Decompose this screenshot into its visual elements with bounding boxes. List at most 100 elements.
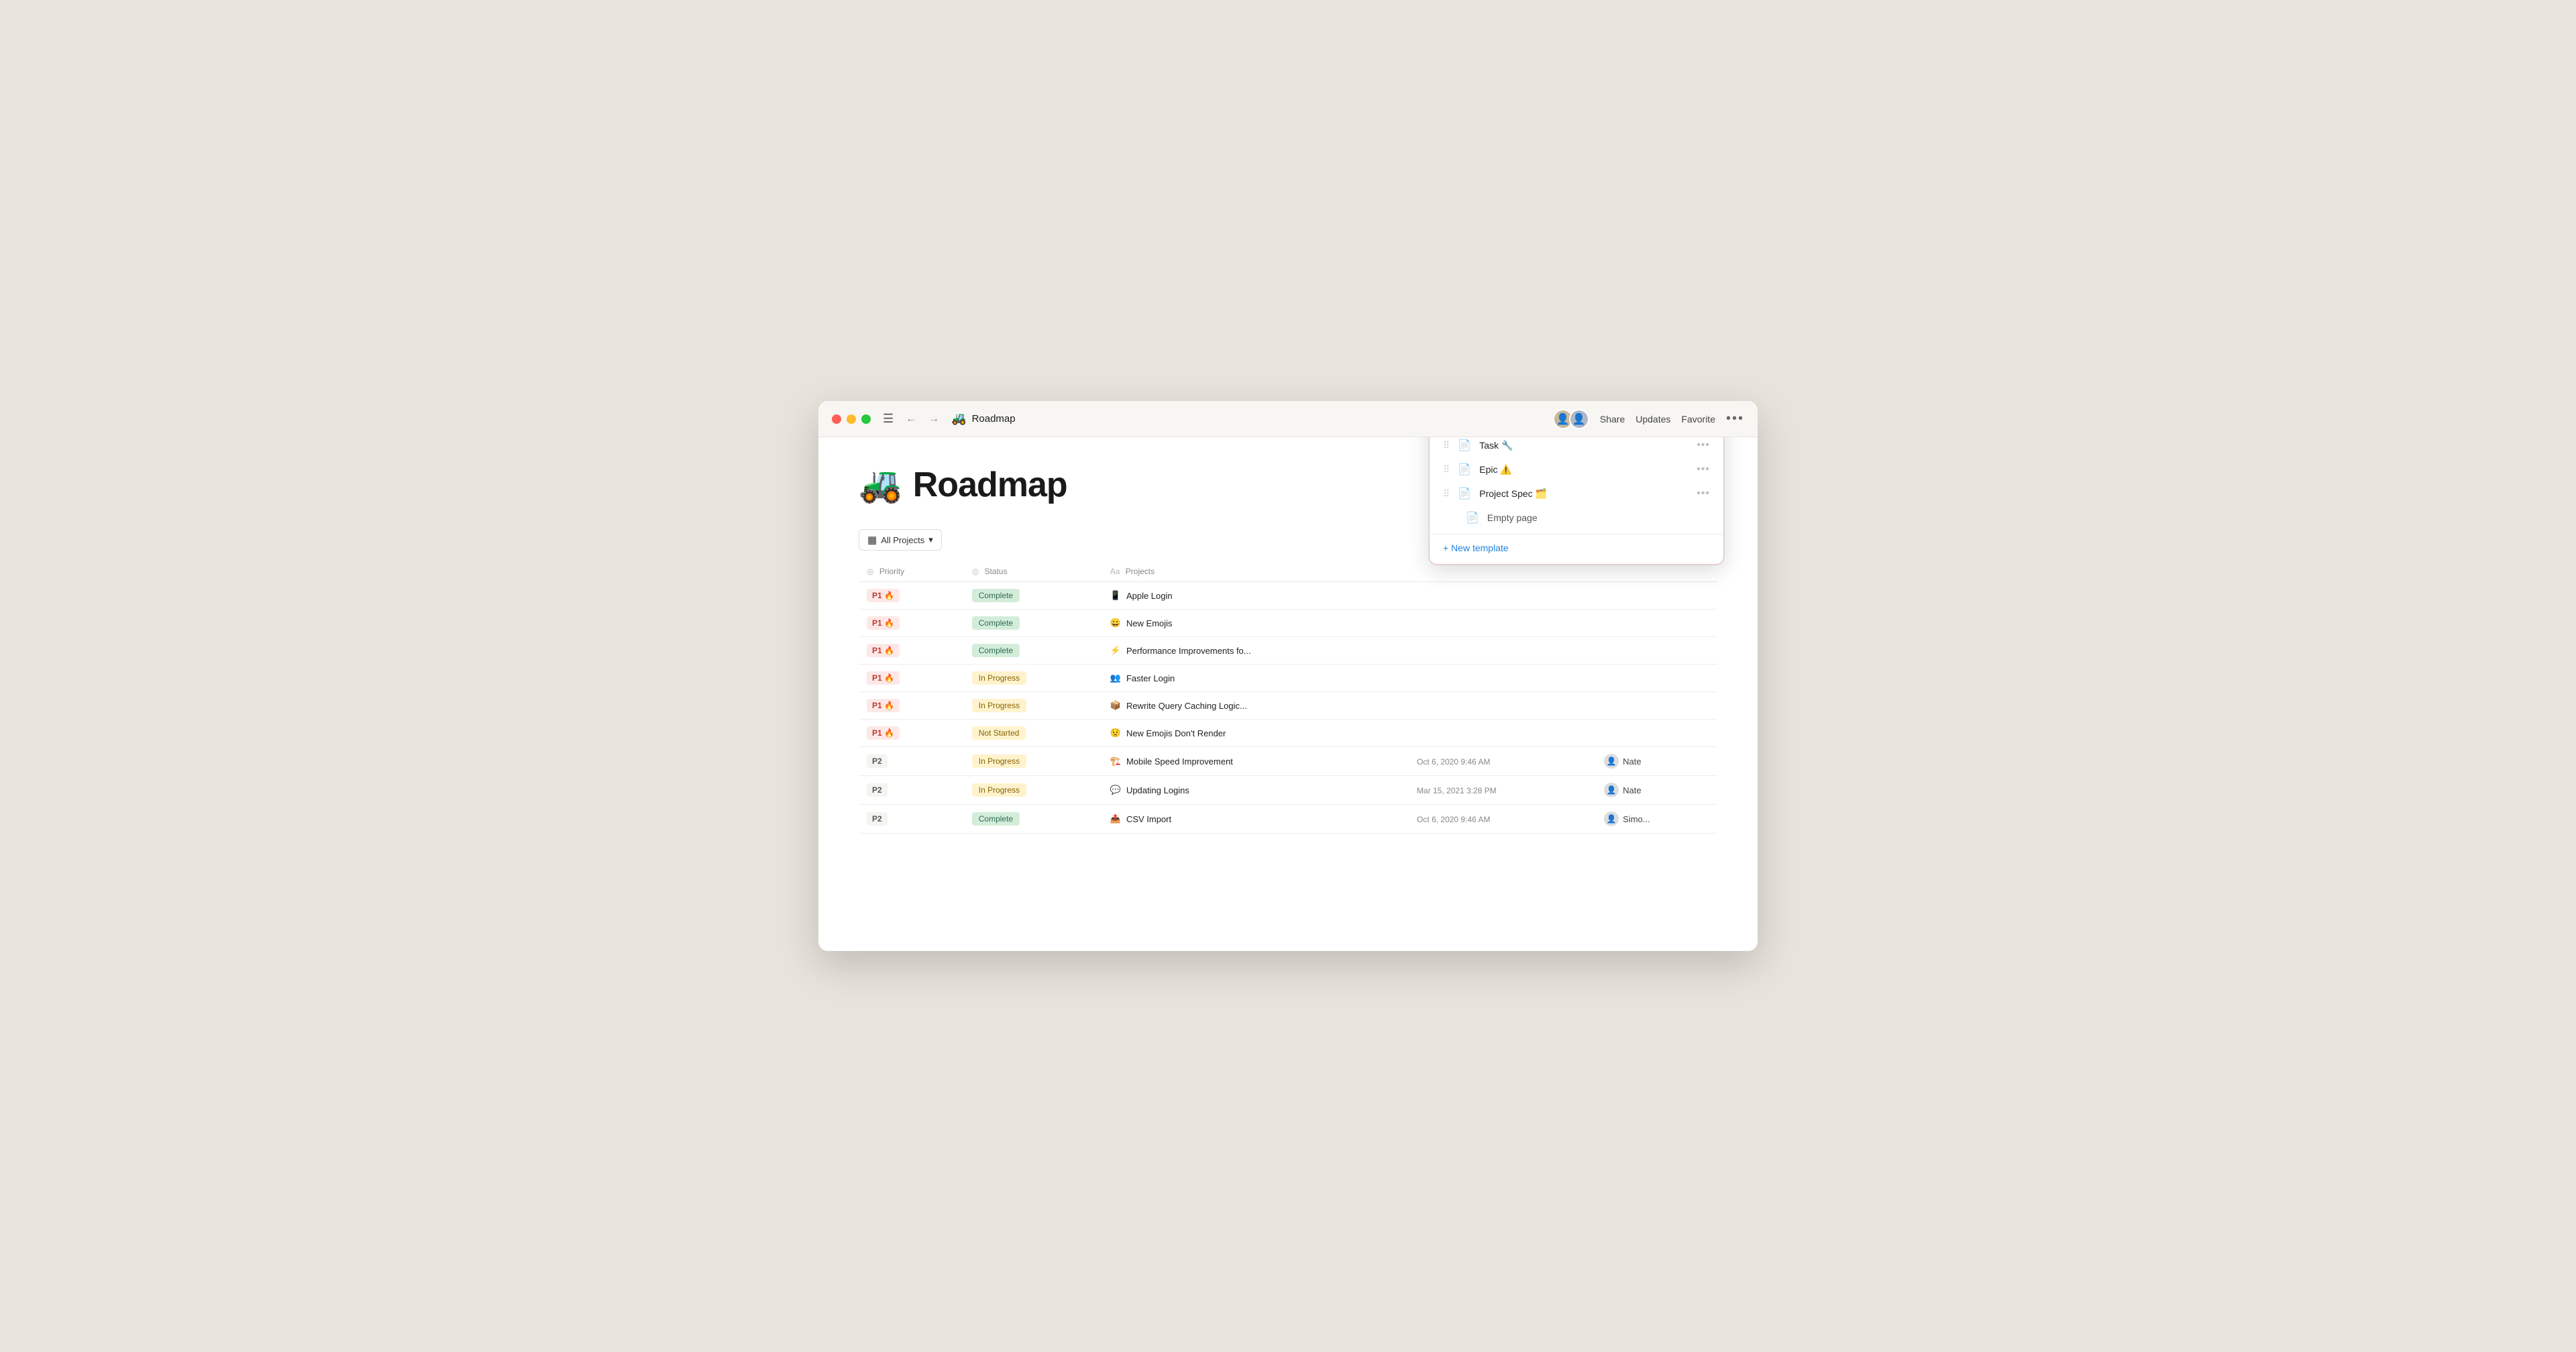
col-projects[interactable]: Aa Projects: [1102, 561, 1409, 582]
share-button[interactable]: Share: [1600, 414, 1625, 425]
priority-cell: P2: [859, 776, 964, 805]
table-row[interactable]: P1 🔥 Not Started 😟 New Emojis Don't Rend…: [859, 720, 1717, 747]
project-title: Apple Login: [1126, 591, 1173, 601]
priority-col-icon: ◎: [867, 567, 873, 576]
project-title: New Emojis: [1126, 618, 1173, 628]
date-cell: Oct 6, 2020 9:46 AM: [1409, 747, 1596, 776]
assignee-cell: 👤 Nate: [1596, 776, 1717, 805]
page-icon-small: 🚜: [951, 412, 966, 426]
date-cell: [1409, 665, 1596, 692]
date-cell: [1409, 582, 1596, 610]
project-cell: 💬 Updating Logins: [1102, 776, 1409, 805]
date-cell: [1409, 610, 1596, 637]
status-cell: In Progress: [964, 747, 1102, 776]
project-cell: ⚡ Performance Improvements fo...: [1102, 637, 1409, 665]
empty-page-item[interactable]: 📄 Empty page: [1430, 506, 1723, 534]
templates-dropdown: Templates for Roadmap ? ⠿ 📄 Bug 🐛 ••• ⠿: [1429, 437, 1724, 565]
table-body: P1 🔥 Complete 📱 Apple Login: [859, 582, 1717, 834]
status-badge: Complete: [972, 589, 1020, 602]
assignee-avatar: 👤: [1604, 811, 1619, 826]
project-icon: 💬: [1110, 785, 1121, 795]
status-badge: Complete: [972, 644, 1020, 657]
doc-icon-task: 📄: [1458, 439, 1471, 452]
priority-badge: P1 🔥: [867, 589, 900, 602]
project-name: 📱 Apple Login: [1110, 590, 1401, 601]
template-more-epic[interactable]: •••: [1697, 463, 1710, 475]
date-value: Oct 6, 2020 9:46 AM: [1417, 757, 1490, 767]
project-cell: 😀 New Emojis: [1102, 610, 1409, 637]
table-row[interactable]: P2 In Progress 🏗️ Mobile Speed Improveme…: [859, 747, 1717, 776]
more-options-button[interactable]: •••: [1726, 411, 1744, 427]
project-cell: 😟 New Emojis Don't Render: [1102, 720, 1409, 747]
assignee: 👤 Simo...: [1604, 811, 1709, 826]
forward-button[interactable]: →: [924, 410, 943, 428]
updates-button[interactable]: Updates: [1635, 414, 1670, 425]
new-template-button[interactable]: + New template: [1430, 534, 1723, 556]
template-more-task[interactable]: •••: [1697, 439, 1710, 451]
table-row[interactable]: P1 🔥 In Progress 👥 Faster Login: [859, 665, 1717, 692]
assignee-name: Nate: [1623, 785, 1641, 795]
priority-badge: P1 🔥: [867, 616, 900, 630]
project-icon: 📦: [1110, 700, 1121, 711]
status-badge: In Progress: [972, 671, 1026, 685]
priority-cell: P2: [859, 805, 964, 834]
back-button[interactable]: ←: [902, 410, 920, 428]
page-emoji: 🚜: [859, 464, 902, 505]
col-status[interactable]: ◎ Status: [964, 561, 1102, 582]
template-item-project-spec[interactable]: ⠿ 📄 Project Spec 🗂️ •••: [1430, 482, 1723, 506]
titlebar: ☰ ← → 🚜 Roadmap 👤 👤 Share Updates Favori…: [818, 401, 1758, 437]
assignee-cell: [1596, 582, 1717, 610]
favorite-button[interactable]: Favorite: [1681, 414, 1715, 425]
fullscreen-button[interactable]: [861, 414, 871, 424]
assignee-name: Simo...: [1623, 814, 1650, 824]
status-cell: Complete: [964, 610, 1102, 637]
project-name: 🏗️ Mobile Speed Improvement: [1110, 756, 1401, 767]
col-priority[interactable]: ◎ Priority: [859, 561, 964, 582]
priority-cell: P1 🔥: [859, 582, 964, 610]
empty-page-label: Empty page: [1487, 512, 1538, 523]
table-row[interactable]: P1 🔥 In Progress 📦 Rewrite Query Caching…: [859, 692, 1717, 720]
project-cell: 📤 CSV Import: [1102, 805, 1409, 834]
status-cell: Complete: [964, 582, 1102, 610]
drag-handle-epic: ⠿: [1443, 464, 1450, 475]
table-row[interactable]: P1 🔥 Complete ⚡ Performance Improvements…: [859, 637, 1717, 665]
traffic-lights: [832, 414, 871, 424]
project-name: 👥 Faster Login: [1110, 673, 1401, 683]
all-projects-button[interactable]: ▦ All Projects ▾: [859, 529, 942, 551]
date-cell: [1409, 720, 1596, 747]
avatar-2: 👤: [1569, 409, 1589, 429]
template-item-task[interactable]: ⠿ 📄 Task 🔧 •••: [1430, 437, 1723, 457]
template-more-project-spec[interactable]: •••: [1697, 488, 1710, 500]
status-badge: In Progress: [972, 783, 1026, 797]
project-name: ⚡ Performance Improvements fo...: [1110, 645, 1401, 656]
project-cell: 🏗️ Mobile Speed Improvement: [1102, 747, 1409, 776]
assignee-cell: 👤 Simo...: [1596, 805, 1717, 834]
table-container: Templates for Roadmap ? ⠿ 📄 Bug 🐛 ••• ⠿: [859, 561, 1717, 834]
close-button[interactable]: [832, 414, 841, 424]
project-title: Rewrite Query Caching Logic...: [1126, 701, 1247, 711]
priority-badge: P2: [867, 783, 888, 797]
table-row[interactable]: P1 🔥 Complete 😀 New Emojis: [859, 610, 1717, 637]
table-row[interactable]: P2 Complete 📤 CSV Import: [859, 805, 1717, 834]
priority-badge: P1 🔥: [867, 644, 900, 657]
doc-icon-epic: 📄: [1458, 463, 1471, 476]
projects-col-icon: Aa: [1110, 567, 1120, 576]
priority-badge: P2: [867, 812, 888, 826]
status-cell: In Progress: [964, 692, 1102, 720]
doc-icon-project-spec: 📄: [1458, 487, 1471, 500]
all-projects-label: All Projects: [881, 535, 924, 545]
titlebar-actions: 👤 👤 Share Updates Favorite •••: [1553, 409, 1744, 429]
template-item-epic[interactable]: ⠿ 📄 Epic ⚠️ •••: [1430, 457, 1723, 482]
page-title-bar: 🚜 Roadmap: [951, 412, 1015, 426]
project-name: 😟 New Emojis Don't Render: [1110, 728, 1401, 738]
date-cell: Mar 15, 2021 3:28 PM: [1409, 776, 1596, 805]
empty-page-icon: 📄: [1466, 511, 1479, 524]
priority-cell: P1 🔥: [859, 610, 964, 637]
menu-icon[interactable]: ☰: [883, 412, 894, 426]
status-badge: Complete: [972, 812, 1020, 826]
project-icon: ⚡: [1110, 645, 1121, 656]
minimize-button[interactable]: [847, 414, 856, 424]
status-cell: Complete: [964, 805, 1102, 834]
table-row[interactable]: P2 In Progress 💬 Updating Logins: [859, 776, 1717, 805]
table-row[interactable]: P1 🔥 Complete 📱 Apple Login: [859, 582, 1717, 610]
